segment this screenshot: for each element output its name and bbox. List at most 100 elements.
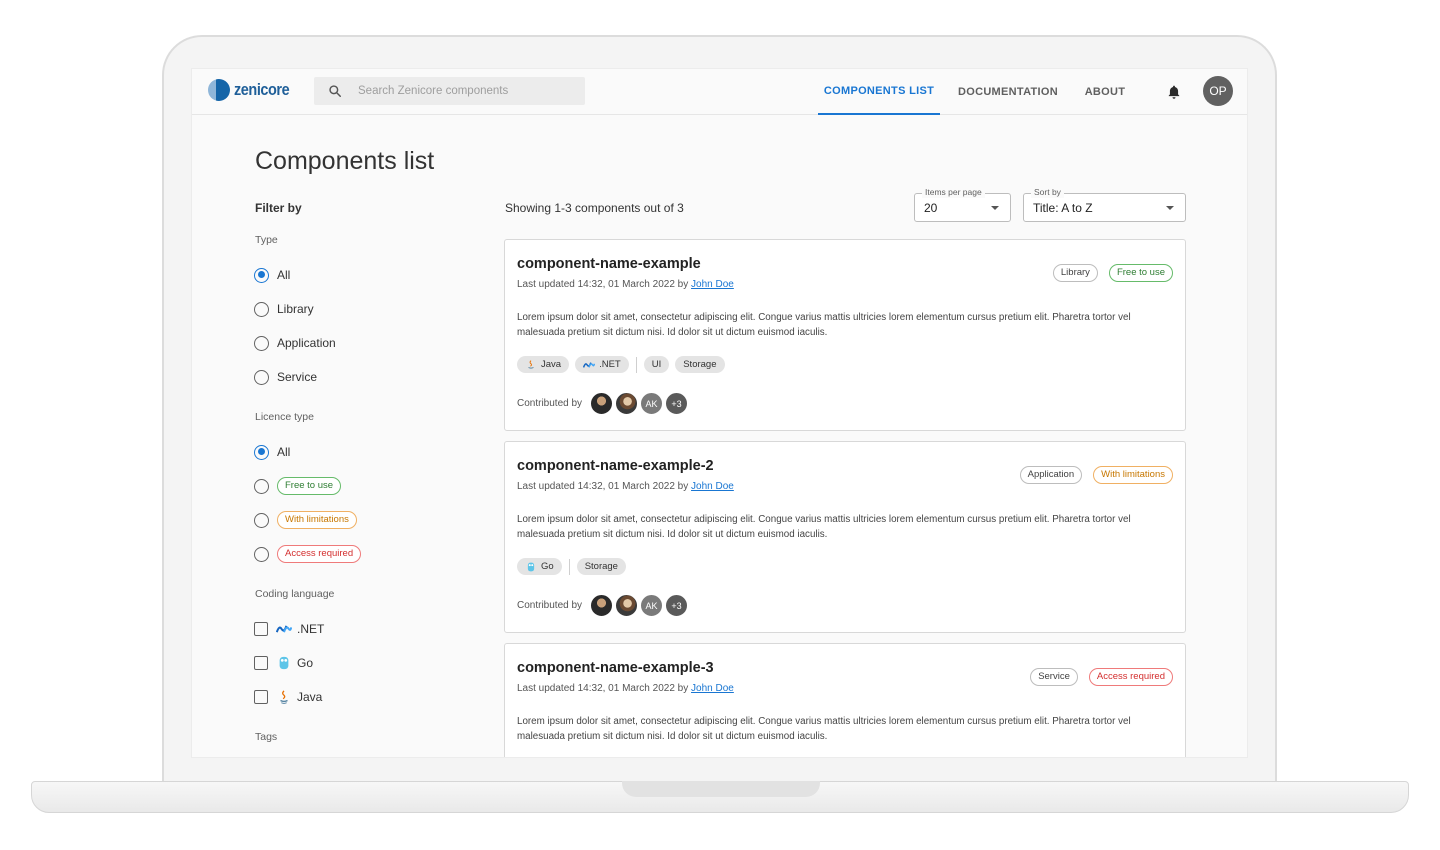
language-chip[interactable]: .NET <box>575 356 629 373</box>
card-pills: Application With limitations <box>1019 466 1173 484</box>
radio[interactable] <box>254 546 269 562</box>
contributors: Contributed by AK +3 <box>517 594 689 617</box>
chip-label: .NET <box>599 359 621 370</box>
type-filter-label: Type <box>255 234 278 246</box>
avatar[interactable]: AK <box>640 594 664 617</box>
sort-by-select[interactable]: Sort by Title: A to Z <box>1023 187 1186 222</box>
go-gopher-icon <box>279 656 289 670</box>
last-updated-text: Last updated 14:32, 01 March 2022 by <box>517 481 689 492</box>
card-meta: Last updated 14:32, 01 March 2022 by Joh… <box>517 279 734 290</box>
licence-option-access[interactable]: Access required <box>254 545 362 563</box>
app-screen: zenicore COMPONENTS LIST DOCUMENTATION A… <box>191 68 1248 758</box>
access-required-pill: Access required <box>277 545 362 563</box>
tags-filter-label: Tags <box>255 731 278 743</box>
radio[interactable] <box>254 478 269 494</box>
tag-chip[interactable]: UI <box>643 356 670 373</box>
avatar-group: AK +3 <box>588 392 689 415</box>
licence-option-all[interactable]: All <box>254 443 290 461</box>
items-per-page-select[interactable]: Items per page 20 <box>914 187 1011 222</box>
language-option-go[interactable]: Go <box>254 654 313 672</box>
tag-chip[interactable]: Storage <box>675 356 725 373</box>
radio[interactable] <box>254 301 269 317</box>
go-gopher-icon <box>527 562 535 571</box>
card-title[interactable]: component-name-example-3 <box>517 660 714 676</box>
author-link[interactable]: John Doe <box>691 481 734 492</box>
licence-pill: With limitations <box>1093 466 1173 484</box>
logo[interactable]: zenicore <box>208 79 299 101</box>
type-pill: Application <box>1019 466 1083 484</box>
card-description: Lorem ipsum dolor sit amet, consectetur … <box>517 312 1131 338</box>
card-tags: Java .NET UI Storage <box>517 356 731 373</box>
option-label: Application <box>277 336 336 350</box>
tab-components-list[interactable]: COMPONENTS LIST <box>818 69 940 115</box>
checkbox[interactable] <box>254 656 268 670</box>
option-label: All <box>277 445 291 459</box>
type-option-application[interactable]: Application <box>254 334 336 352</box>
type-pill: Service <box>1030 668 1078 686</box>
card-title[interactable]: component-name-example <box>517 256 701 272</box>
radio-selected[interactable] <box>254 267 269 283</box>
language-chip[interactable]: Go <box>517 558 562 575</box>
author-link[interactable]: John Doe <box>691 683 734 694</box>
card-tags: Go Storage <box>517 558 632 575</box>
avatar[interactable] <box>615 594 639 617</box>
option-label: Service <box>277 370 318 384</box>
option-label: Library <box>277 302 314 316</box>
java-icon <box>280 690 288 704</box>
tab-documentation[interactable]: DOCUMENTATION <box>952 69 1064 115</box>
logo-mark-icon <box>208 79 230 101</box>
radio-selected[interactable] <box>254 444 269 460</box>
avatar[interactable]: AK <box>640 392 664 415</box>
more-contributors-avatar[interactable]: +3 <box>665 594 689 617</box>
avatar[interactable] <box>590 594 614 617</box>
language-chip[interactable]: Java <box>517 356 570 373</box>
last-updated-text: Last updated 14:32, 01 March 2022 by <box>517 683 689 694</box>
top-app-bar: zenicore COMPONENTS LIST DOCUMENTATION A… <box>192 69 1247 115</box>
avatar[interactable] <box>615 392 639 415</box>
dotnet-icon <box>583 361 596 368</box>
component-card[interactable]: component-name-example Last updated 14:3… <box>504 239 1186 431</box>
radio[interactable] <box>254 512 269 528</box>
type-option-library[interactable]: Library <box>254 300 314 318</box>
card-description: Lorem ipsum dolor sit amet, consectetur … <box>517 514 1131 540</box>
user-avatar[interactable]: OP <box>1203 76 1233 106</box>
search-bar[interactable] <box>314 77 585 105</box>
logo-text: zenicore <box>234 80 290 99</box>
last-updated-text: Last updated 14:32, 01 March 2022 by <box>517 279 689 290</box>
card-meta: Last updated 14:32, 01 March 2022 by Joh… <box>517 481 734 492</box>
java-icon <box>528 359 534 369</box>
tag-chip[interactable]: Storage <box>576 558 626 575</box>
component-card[interactable]: component-name-example-2 Last updated 14… <box>504 441 1186 633</box>
caret-down-icon <box>991 206 999 210</box>
contributed-by-label: Contributed by <box>517 600 583 611</box>
language-option-dotnet[interactable]: .NET <box>254 620 324 638</box>
checkbox[interactable] <box>254 690 268 704</box>
author-link[interactable]: John Doe <box>691 279 734 290</box>
type-option-service[interactable]: Service <box>254 368 317 386</box>
card-title[interactable]: component-name-example-2 <box>517 458 714 474</box>
contributed-by-label: Contributed by <box>517 398 583 409</box>
licence-option-free[interactable]: Free to use <box>254 477 342 495</box>
option-label: .NET <box>297 622 325 636</box>
chip-label: Java <box>541 359 562 370</box>
bell-icon[interactable] <box>1167 84 1181 100</box>
divider <box>568 558 570 575</box>
chip-label: Go <box>541 561 554 572</box>
with-limitations-pill: With limitations <box>277 511 357 529</box>
option-label: Go <box>297 656 314 670</box>
tab-about[interactable]: ABOUT <box>1076 69 1134 115</box>
sort-by-value: Title: A to Z <box>1033 200 1093 215</box>
type-option-all[interactable]: All <box>254 266 290 284</box>
radio[interactable] <box>254 369 269 385</box>
search-input[interactable] <box>358 85 578 97</box>
language-option-java[interactable]: Java <box>254 688 322 706</box>
card-description: Lorem ipsum dolor sit amet, consectetur … <box>517 716 1131 742</box>
avatar[interactable] <box>590 392 614 415</box>
more-contributors-avatar[interactable]: +3 <box>665 392 689 415</box>
items-per-page-value: 20 <box>924 200 938 215</box>
component-card[interactable]: component-name-example-3 Last updated 14… <box>504 643 1186 757</box>
items-per-page-label: Items per page <box>922 187 985 198</box>
checkbox[interactable] <box>254 622 268 636</box>
licence-option-limited[interactable]: With limitations <box>254 511 357 529</box>
radio[interactable] <box>254 335 269 351</box>
